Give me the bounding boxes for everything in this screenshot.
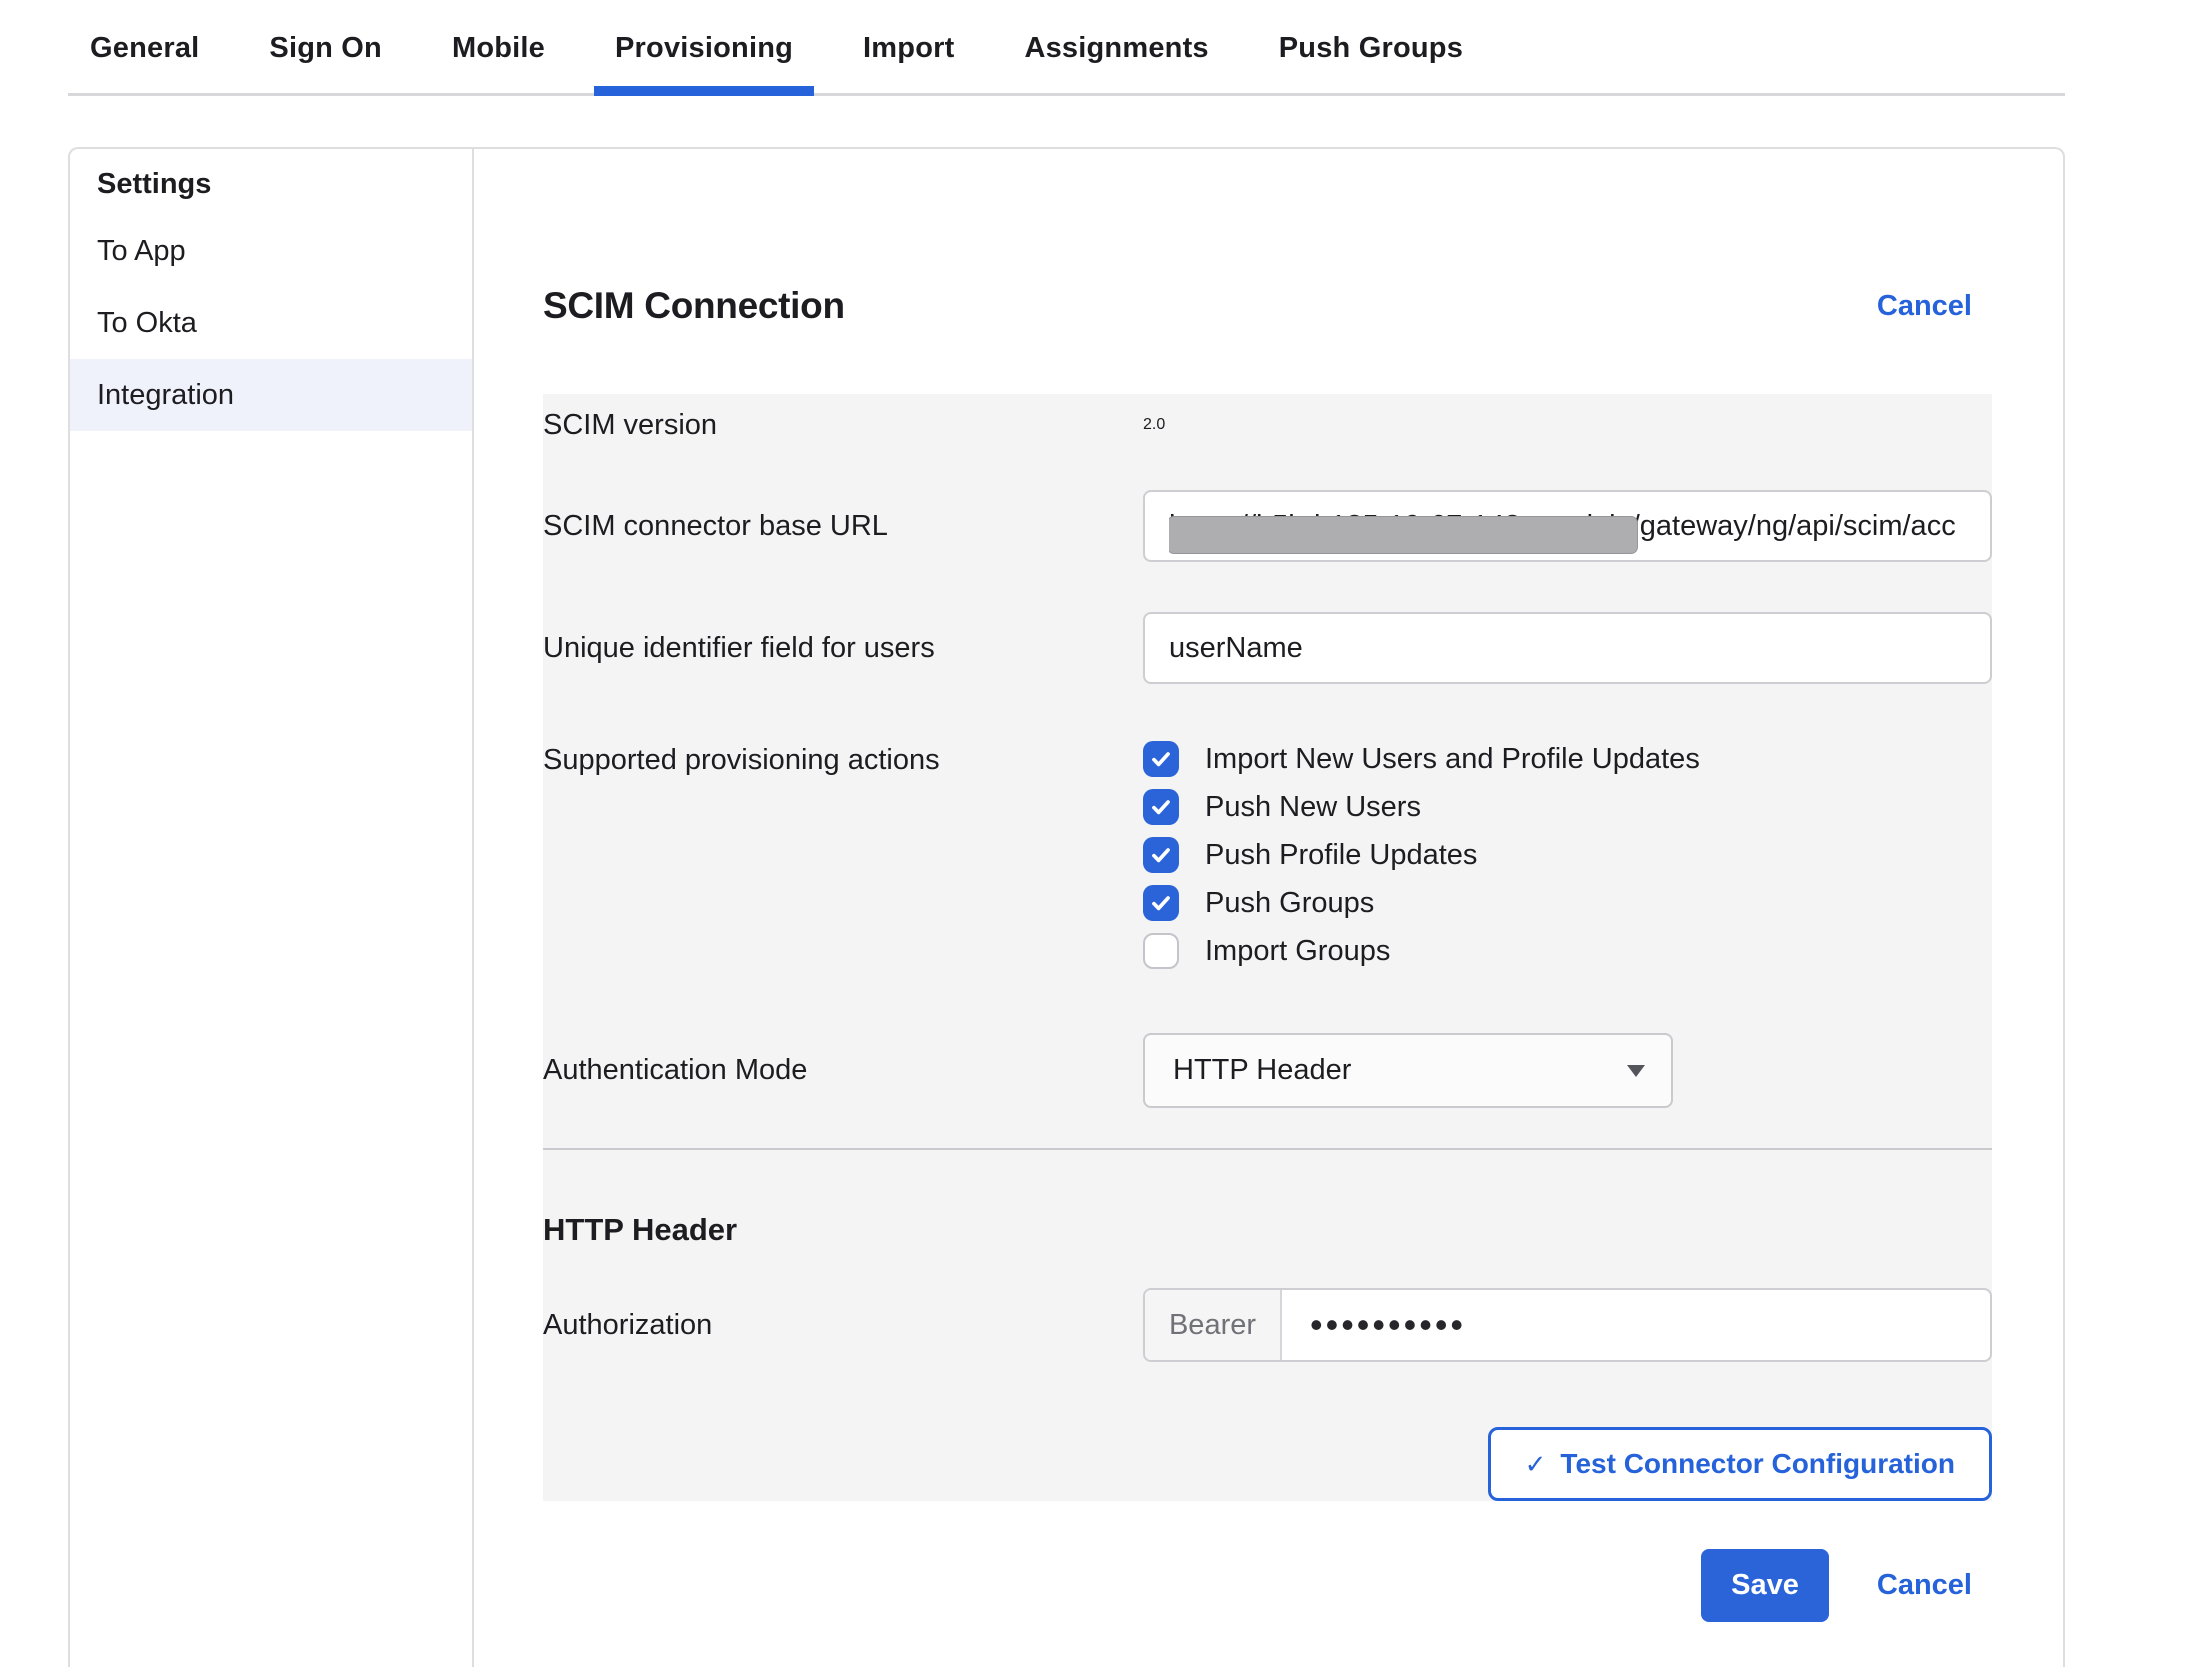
base-url-masked-prefix: https://b5bd-185-19-67-148.ngrok.io [1169, 490, 1632, 562]
app-tabbar: General Sign On Mobile Provisioning Impo… [0, 0, 2201, 96]
redaction-bar [1169, 516, 1638, 554]
checkbox-label: Push Groups [1205, 887, 1374, 920]
checkbox-label: Import Groups [1205, 935, 1390, 968]
tab-general[interactable]: General [90, 0, 199, 96]
save-button[interactable]: Save [1701, 1549, 1829, 1622]
check-icon [1148, 890, 1174, 916]
sidebar-item-to-app[interactable]: To App [70, 215, 472, 287]
tab-assignments[interactable]: Assignments [1024, 0, 1208, 96]
header-cancel-link[interactable]: Cancel [1877, 290, 1972, 323]
check-icon [1148, 746, 1174, 772]
page-title: SCIM Connection [543, 284, 845, 328]
auth-mode-label: Authentication Mode [543, 1054, 1143, 1087]
checkbox-import-groups[interactable] [1143, 933, 1179, 969]
section-divider [543, 1148, 1992, 1150]
main-content: SCIM Connection Cancel SCIM version 2.0 … [474, 149, 2063, 1667]
checkbox-push-new-users[interactable] [1143, 789, 1179, 825]
option-push-new-users: Push New Users [1143, 788, 1992, 826]
scim-version-value: 2.0 [1143, 408, 1992, 442]
test-connector-label: Test Connector Configuration [1560, 1448, 1955, 1480]
tab-provisioning[interactable]: Provisioning [615, 0, 793, 96]
authorization-input[interactable]: Bearer •••••••••• [1143, 1288, 1992, 1362]
auth-mode-select[interactable]: HTTP Header [1143, 1033, 1673, 1108]
checkbox-push-profile-updates[interactable] [1143, 837, 1179, 873]
authorization-label: Authorization [543, 1309, 1143, 1342]
check-icon [1148, 842, 1174, 868]
tab-import[interactable]: Import [863, 0, 954, 96]
checkbox-label: Push New Users [1205, 791, 1421, 824]
unique-id-value: userName [1169, 632, 1303, 665]
base-url-label: SCIM connector base URL [543, 510, 1143, 543]
checkbox-push-groups[interactable] [1143, 885, 1179, 921]
provisioning-actions-label: Supported provisioning actions [543, 740, 1143, 970]
authorization-secret-value[interactable]: •••••••••• [1282, 1290, 1466, 1360]
option-push-groups: Push Groups [1143, 884, 1992, 922]
footer-cancel-link[interactable]: Cancel [1877, 1569, 1972, 1602]
unique-id-label: Unique identifier field for users [543, 632, 1143, 665]
http-header-section-title: HTTP Header [543, 1210, 1992, 1250]
check-icon: ✓ [1525, 1451, 1547, 1477]
tab-sign-on[interactable]: Sign On [269, 0, 382, 96]
auth-mode-selected-value: HTTP Header [1173, 1054, 1351, 1087]
settings-sidebar: Settings To App To Okta Integration [70, 149, 474, 1667]
sidebar-item-integration[interactable]: Integration [70, 359, 472, 431]
option-import-groups: Import Groups [1143, 932, 1992, 970]
sidebar-title: Settings [70, 153, 472, 215]
bearer-prefix: Bearer [1145, 1290, 1282, 1360]
base-url-input[interactable]: https://b5bd-185-19-67-148.ngrok.io/gate… [1143, 490, 1992, 562]
unique-id-input[interactable]: userName [1143, 612, 1992, 684]
tab-push-groups[interactable]: Push Groups [1279, 0, 1463, 96]
option-push-profile-updates: Push Profile Updates [1143, 836, 1992, 874]
chevron-down-icon [1627, 1065, 1645, 1077]
check-icon [1148, 794, 1174, 820]
checkbox-label: Push Profile Updates [1205, 839, 1477, 872]
checkbox-label: Import New Users and Profile Updates [1205, 743, 1700, 776]
tab-mobile[interactable]: Mobile [452, 0, 545, 96]
option-import-new-users: Import New Users and Profile Updates [1143, 740, 1992, 778]
sidebar-item-to-okta[interactable]: To Okta [70, 287, 472, 359]
base-url-visible-suffix: /gateway/ng/api/scim/acc [1632, 510, 1956, 542]
scim-form-panel: SCIM version 2.0 SCIM connector base URL… [543, 394, 1992, 1501]
settings-card: Settings To App To Okta Integration SCIM… [68, 147, 2065, 1667]
checkbox-import-new-users[interactable] [1143, 741, 1179, 777]
scim-version-label: SCIM version [543, 408, 1143, 442]
tabbar-divider [68, 93, 2065, 96]
test-connector-button[interactable]: ✓ Test Connector Configuration [1488, 1427, 1992, 1501]
